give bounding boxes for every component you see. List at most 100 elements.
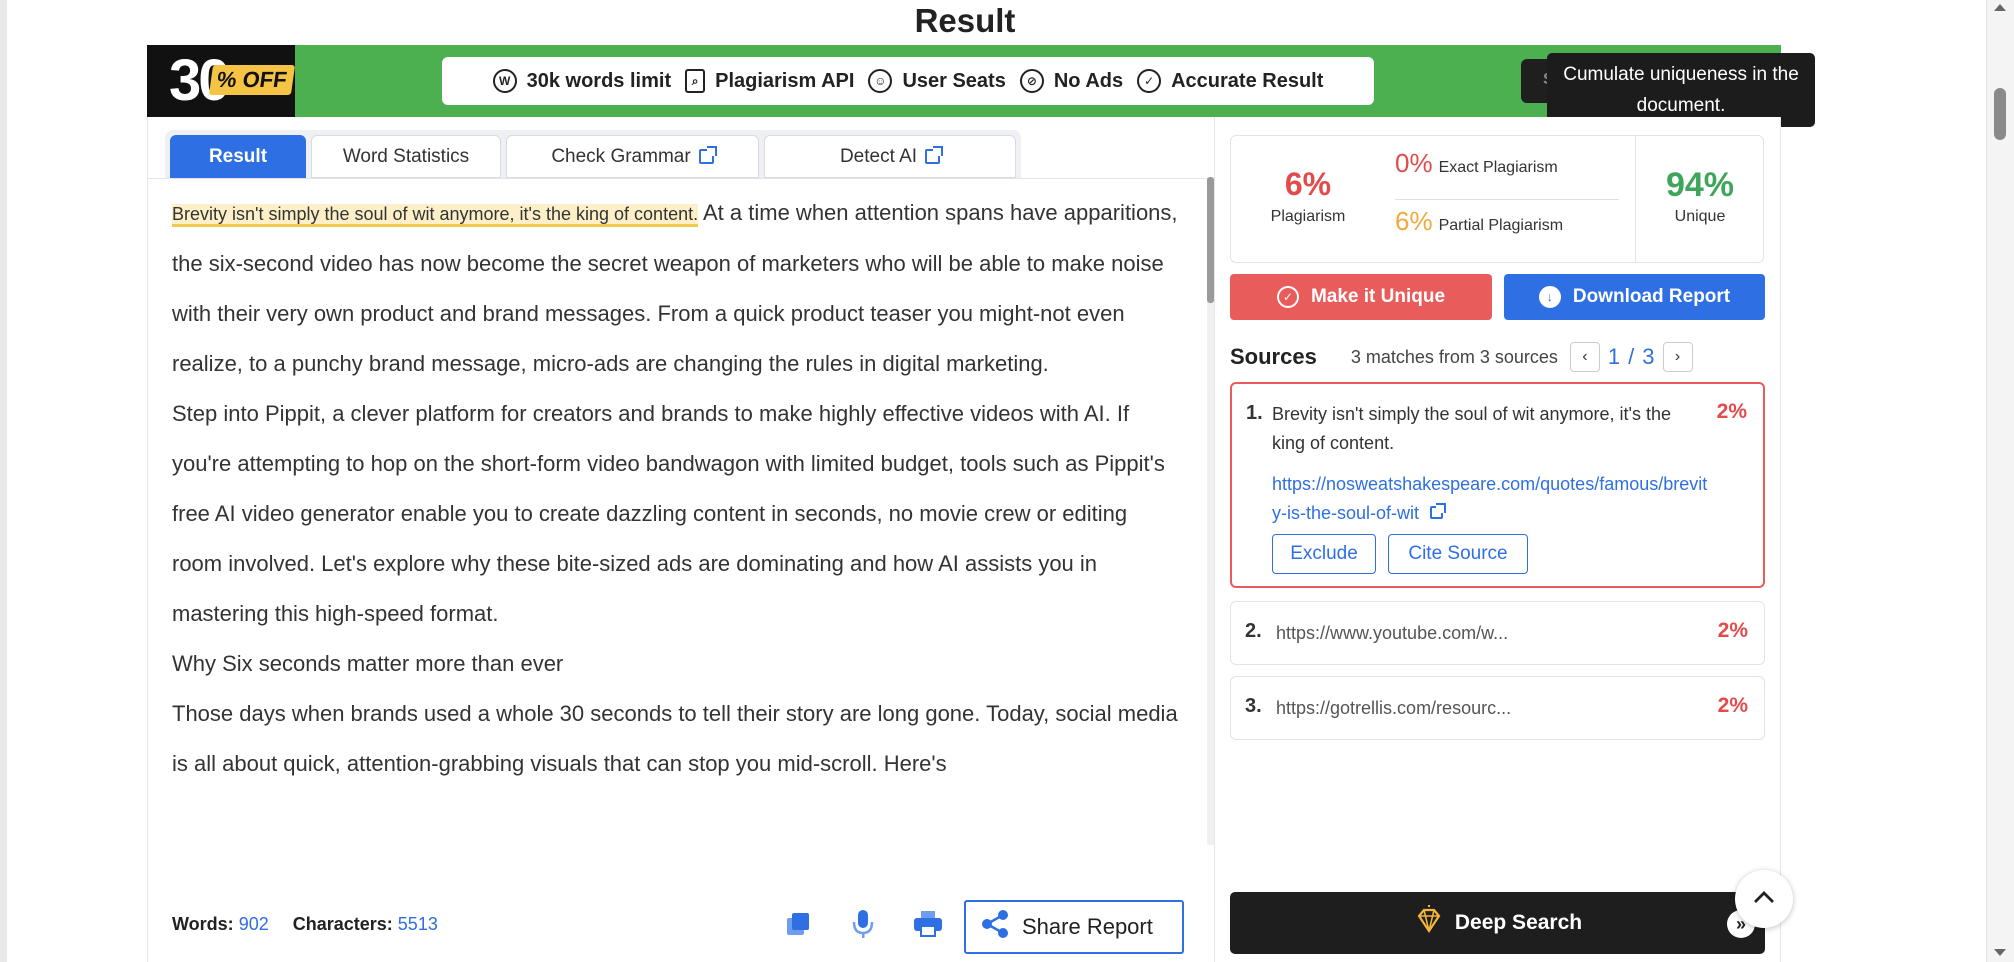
feature-label: Plagiarism API <box>715 69 855 92</box>
source-url[interactable]: https://www.youtube.com/w... <box>1276 623 1508 644</box>
external-link-icon <box>698 146 717 164</box>
tab-check-grammar[interactable]: Check Grammar <box>506 135 759 178</box>
tab-label: Check Grammar <box>551 145 691 167</box>
feature-label: No Ads <box>1053 69 1124 92</box>
source-percent: 2% <box>1716 400 1747 423</box>
cite-source-button[interactable]: Cite Source <box>1388 534 1528 574</box>
deep-search-button[interactable]: Deep Search » <box>1230 892 1765 954</box>
source-percent: 2% <box>1717 694 1748 717</box>
results-panel: 6% Plagiarism 0% Exact Plagiarism 6% Par… <box>1215 117 1781 962</box>
text-stats: Words: 902 Characters: 5513 <box>172 914 438 935</box>
tab-label: Word Statistics <box>342 145 470 167</box>
page-left-edge <box>0 0 7 962</box>
source-link[interactable]: https://nosweatshakespeare.com/quotes/fa… <box>1272 470 1712 528</box>
feature-item: ⊘ No Ads <box>1019 69 1124 93</box>
page-separator: / <box>1628 344 1635 369</box>
scroll-up-icon[interactable] <box>1994 4 2006 11</box>
document-text[interactable]: Brevity isn't simply the soul of wit any… <box>172 188 1182 789</box>
feature-label: Accurate Result <box>1171 69 1324 92</box>
sources-header: Sources 3 matches from 3 sources ‹ 1 / 3… <box>1230 339 1765 375</box>
feature-item: ⌕ Plagiarism API <box>685 69 854 93</box>
result-tabs: Result Word Statistics Check Grammar Det… <box>165 130 1021 178</box>
partial-plagiarism-label: Partial Plagiarism <box>1438 217 1564 234</box>
feature-label: User Seats <box>902 69 1006 92</box>
sources-count: 3 matches from 3 sources <box>1350 346 1558 367</box>
uniqueness-tooltip: Cumulate uniqueness in the document. <box>1547 53 1815 127</box>
diamond-icon <box>1413 904 1445 942</box>
source-card-expanded[interactable]: 1. 2% Brevity isn't simply the soul of w… <box>1230 382 1765 588</box>
document-search-icon: ⌕ <box>685 69 706 93</box>
result-editor: Result Word Statistics Check Grammar Det… <box>147 117 1216 962</box>
paragraph: Those days when brands used a whole 30 s… <box>172 701 1178 776</box>
tab-label: Result <box>208 145 268 167</box>
page-scrollbar-track[interactable] <box>1986 0 2014 962</box>
paragraph: Step into Pippit, a clever platform for … <box>172 401 1165 626</box>
external-link-icon[interactable] <box>1430 503 1447 519</box>
deep-search-label: Deep Search <box>1454 911 1583 934</box>
back-to-top-button[interactable] <box>1735 870 1793 928</box>
source-card[interactable]: 2. https://www.youtube.com/w... 2% <box>1230 601 1765 665</box>
copy-icon[interactable] <box>781 907 815 941</box>
exact-plagiarism-row: 0% Exact Plagiarism <box>1395 148 1558 179</box>
exact-plagiarism-label: Exact Plagiarism <box>1438 159 1558 176</box>
button-label: Make it Unique <box>1310 286 1446 307</box>
characters-stat: Characters: 5513 <box>292 914 438 934</box>
text-scrollbar-thumb[interactable] <box>1207 177 1214 303</box>
microphone-icon[interactable] <box>846 907 880 941</box>
source-url[interactable]: https://nosweatshakespeare.com/quotes/fa… <box>1272 474 1707 523</box>
discount-badge[interactable]: 30 % OFF <box>147 45 295 117</box>
download-report-button[interactable]: ↓ Download Report <box>1504 274 1765 320</box>
page-current: 1 <box>1607 344 1621 369</box>
promo-banner[interactable]: 30 % OFF W 30k words limit ⌕ Plagiarism … <box>147 45 1781 117</box>
scroll-down-icon[interactable] <box>1994 949 2006 956</box>
paragraph: Why Six seconds matter more than ever <box>172 651 564 676</box>
summary-divider <box>1395 199 1619 200</box>
button-label: Download Report <box>1572 286 1731 307</box>
feature-item: W 30k words limit <box>492 69 672 93</box>
unique-label: Unique <box>1674 208 1726 225</box>
tab-detect-ai[interactable]: Detect AI <box>764 135 1016 178</box>
page-title: Result <box>914 2 1016 39</box>
feature-item: ☺ User Seats <box>868 69 1006 93</box>
source-card[interactable]: 3. https://gotrellis.com/resourc... 2% <box>1230 676 1765 740</box>
tabs-divider <box>148 178 1216 179</box>
printer-icon[interactable] <box>911 907 945 941</box>
partial-plagiarism-row: 6% Partial Plagiarism <box>1395 206 1563 237</box>
tab-result[interactable]: Result <box>170 135 306 178</box>
check-circle-icon: ✓ <box>1276 286 1299 308</box>
share-icon <box>980 909 1010 945</box>
paragraph: Brevity isn't simply the soul of wit any… <box>172 188 1182 389</box>
next-source-button[interactable]: › <box>1662 342 1693 372</box>
plagiarism-label: Plagiarism <box>1270 208 1346 225</box>
w-circle-icon: W <box>492 69 517 93</box>
source-number: 2. <box>1245 620 1262 642</box>
user-circle-icon: ☺ <box>868 69 893 93</box>
source-number: 1. <box>1246 402 1263 424</box>
discount-suffix: % OFF <box>208 65 295 95</box>
plagiarism-highlight[interactable]: Brevity isn't simply the soul of wit any… <box>172 204 699 227</box>
make-it-unique-button[interactable]: ✓ Make it Unique <box>1230 274 1492 320</box>
source-number: 3. <box>1245 695 1262 717</box>
source-percent: 2% <box>1717 619 1748 642</box>
partial-plagiarism-percent: 6% <box>1395 206 1433 236</box>
chevron-up-icon <box>1753 890 1775 909</box>
feature-list: W 30k words limit ⌕ Plagiarism API ☺ Use… <box>442 57 1374 105</box>
page-scrollbar-thumb[interactable] <box>1994 88 2006 140</box>
tab-word-statistics[interactable]: Word Statistics <box>311 135 501 178</box>
unique-percent[interactable]: 94% <box>1635 166 1765 205</box>
exclude-button[interactable]: Exclude <box>1272 534 1376 574</box>
sources-pager: ‹ 1 / 3 › <box>1569 342 1693 372</box>
no-ads-icon: ⊘ <box>1019 69 1044 93</box>
sources-title: Sources <box>1230 344 1317 369</box>
prev-source-button[interactable]: ‹ <box>1569 342 1600 372</box>
tab-label: Detect AI <box>839 145 918 167</box>
exact-plagiarism-percent: 0% <box>1395 148 1433 178</box>
source-matched-text: Brevity isn't simply the soul of wit any… <box>1272 404 1672 453</box>
external-link-icon <box>925 146 944 164</box>
feature-label: 30k words limit <box>526 69 672 92</box>
page-total: 3 <box>1642 344 1655 369</box>
share-report-button[interactable]: Share Report <box>964 900 1184 954</box>
source-url[interactable]: https://gotrellis.com/resourc... <box>1276 698 1511 719</box>
feature-item: ✓ Accurate Result <box>1137 69 1323 93</box>
words-stat: Words: 902 <box>172 914 269 934</box>
